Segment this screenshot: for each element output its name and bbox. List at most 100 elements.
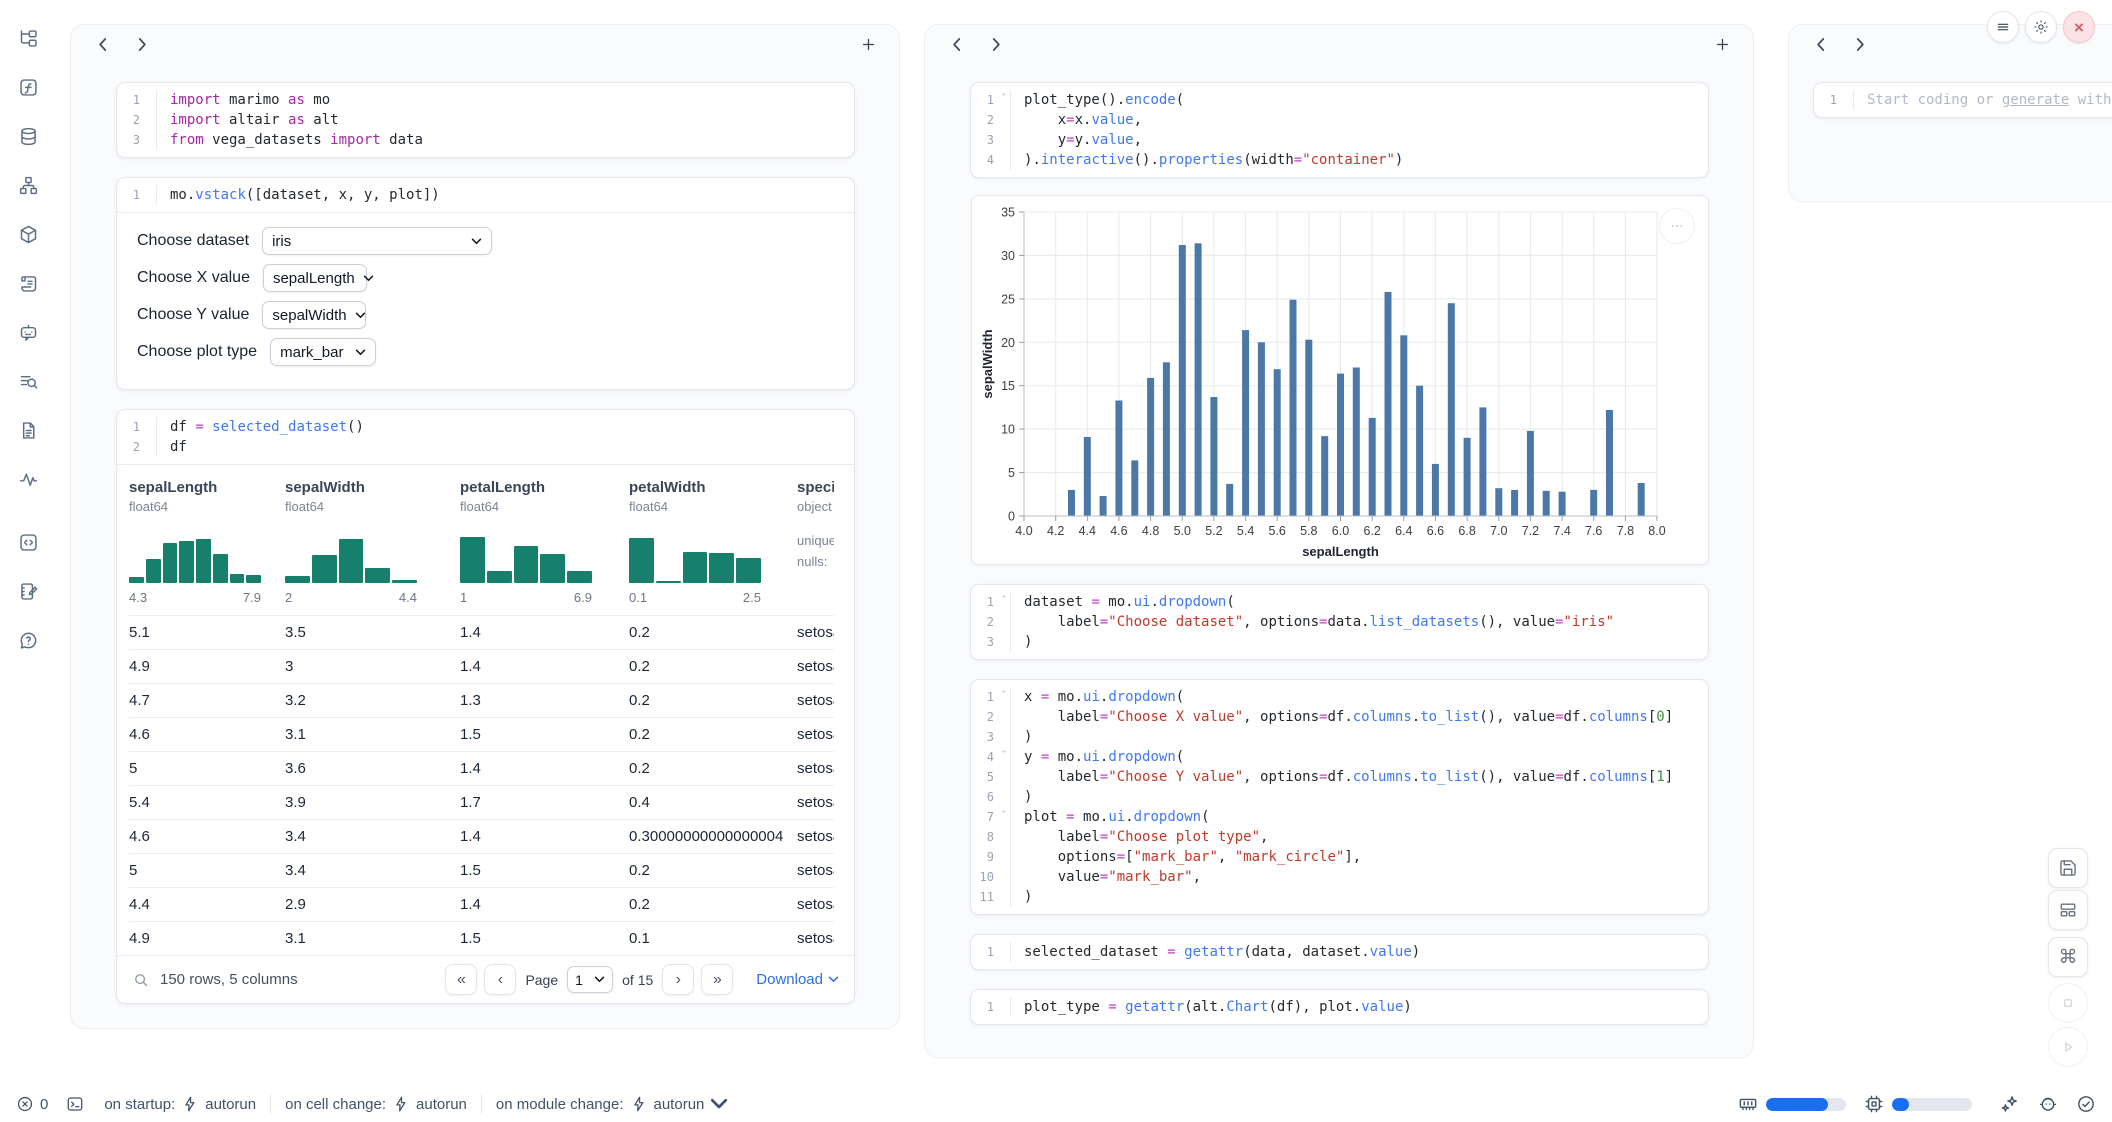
chart-bar [1606, 410, 1613, 516]
table-cell: 1.5 [460, 922, 629, 955]
code-editor[interactable]: 1ˇx = mo.ui.dropdown(2 label="Choose X v… [971, 680, 1708, 914]
keyboard-shortcuts-button[interactable]: ⌘ [2048, 937, 2088, 977]
fold-arrow-icon[interactable]: ˇ [1000, 595, 1007, 606]
code-editor[interactable]: 1plot_type = getattr(alt.Chart(df), plot… [971, 990, 1708, 1024]
sidebar-item-snippets[interactable] [11, 524, 45, 560]
code-token: "Choose dataset" [1108, 614, 1243, 630]
range-max: 4.4 [399, 590, 417, 605]
terminal-button[interactable] [66, 1095, 84, 1113]
code-editor[interactable]: 1df = selected_dataset()2df [117, 410, 854, 464]
table-cell: 2.9 [285, 888, 460, 921]
collapse-right-icon[interactable] [983, 31, 1009, 57]
code-line: 11) [971, 887, 1708, 907]
chart-menu-button[interactable] [1659, 208, 1695, 244]
table-cell: 1.5 [460, 854, 629, 887]
dropdown-choose-x-value[interactable]: sepalLength [263, 264, 367, 292]
code-token: ui [1134, 594, 1151, 610]
fold-arrow-icon[interactable]: ˇ [1000, 810, 1007, 821]
first-page-button[interactable]: « [445, 964, 477, 995]
code-line: 3 y=y.value, [971, 130, 1708, 150]
collapse-left-icon[interactable] [89, 31, 115, 57]
on-startup-setting[interactable]: on startup: autorun [104, 1095, 256, 1113]
sidebar-item-scratchpad[interactable] [11, 573, 45, 609]
collapse-left-icon[interactable] [943, 31, 969, 57]
code-editor[interactable]: 1selected_dataset = getattr(data, datase… [971, 935, 1708, 969]
fold-arrow-icon[interactable]: ˇ [1000, 750, 1007, 761]
layout-button[interactable] [2048, 890, 2088, 930]
next-page-button[interactable]: › [662, 964, 694, 995]
chart-output[interactable]: 4.04.24.44.64.85.05.25.45.65.86.06.26.46… [971, 195, 1709, 565]
code-editor[interactable]: 1ˇdataset = mo.ui.dropdown(2 label="Choo… [971, 585, 1708, 659]
sidebar-item-chat-bot[interactable] [11, 314, 45, 350]
sidebar-item-document[interactable] [11, 412, 45, 448]
table-cell: 1.4 [460, 616, 629, 649]
sidebar-item-package[interactable] [11, 216, 45, 252]
code-text: dataset = mo.ui.dropdown( [1011, 592, 1235, 612]
notebook-cell: 1ˇplot_type().encode(2 x=x.value,3 y=y.v… [970, 82, 1709, 178]
download-button[interactable]: Download [756, 971, 839, 988]
fold-arrow-icon[interactable]: ˇ [1000, 93, 1007, 104]
sidebar-item-file-tree[interactable] [11, 20, 45, 56]
column-header-sepalWidth: sepalWidthfloat6424.4 [285, 479, 460, 615]
search-icon[interactable] [132, 971, 150, 989]
collapse-right-icon[interactable] [1847, 31, 1873, 57]
run-button[interactable] [2048, 1027, 2088, 1067]
code-token: , [1260, 829, 1268, 845]
ram-icon [1738, 1094, 1758, 1114]
code-token: alt [305, 112, 339, 128]
settings-button[interactable] [2025, 11, 2057, 43]
sidebar-item-database[interactable] [11, 118, 45, 154]
dropdown-value: mark_bar [280, 344, 343, 361]
sidebar-item-activity[interactable] [11, 461, 45, 497]
error-counter[interactable]: 0 [16, 1095, 48, 1113]
code-editor[interactable]: 1mo.vstack([dataset, x, y, plot]) [117, 178, 854, 212]
page-of-label: of 15 [622, 972, 653, 988]
on-module-change-setting[interactable]: on module change: autorun [496, 1095, 728, 1113]
code-token: as [288, 92, 305, 108]
sidebar-item-script[interactable] [11, 265, 45, 301]
code-token: , [1134, 132, 1142, 148]
dropdown-choose-y-value[interactable]: sepalWidth [262, 301, 366, 329]
sidebar-item-help[interactable] [11, 622, 45, 658]
code-editor[interactable]: 1import marimo as mo2import altair as al… [117, 83, 854, 157]
fold-arrow-icon[interactable]: ˇ [1000, 690, 1007, 701]
code-text: from vega_datasets import data [157, 130, 423, 150]
sidebar-item-dependency-graph[interactable] [11, 167, 45, 203]
close-scratchpad-button[interactable]: × [2063, 11, 2095, 43]
sidebar-item-function-square[interactable] [11, 69, 45, 105]
line-number: 8 [971, 827, 1011, 847]
sidebar-item-logs[interactable] [11, 363, 45, 399]
code-text: import altair as alt [157, 110, 339, 130]
chart-bar [1147, 378, 1154, 516]
last-page-button[interactable]: » [701, 964, 733, 995]
dropdown-choose-plot-type[interactable]: mark_bar [270, 338, 376, 366]
sparkles-icon[interactable] [2000, 1094, 2020, 1114]
column-type: float64 [629, 499, 797, 514]
notebook-cell: 1ˇdataset = mo.ui.dropdown(2 label="Choo… [970, 584, 1709, 660]
collapse-left-icon[interactable] [1807, 31, 1833, 57]
chart-bar [1131, 460, 1138, 516]
stop-button[interactable] [2048, 983, 2088, 1023]
svg-text:4.6: 4.6 [1110, 524, 1127, 538]
dropdown-choose-dataset[interactable]: iris [262, 227, 492, 255]
code-editor[interactable]: 1ˇplot_type().encode(2 x=x.value,3 y=y.v… [971, 83, 1708, 177]
connection-status-icon[interactable] [2076, 1094, 2096, 1114]
chart-bar [1400, 335, 1407, 516]
page-select[interactable]: 1 [567, 966, 613, 993]
code-token: ui [1083, 689, 1100, 705]
layout-icon [2058, 900, 2078, 920]
on-cell-change-setting[interactable]: on cell change: autorun [285, 1095, 467, 1113]
assistant-bot-icon[interactable] [2038, 1094, 2058, 1114]
collapse-right-icon[interactable] [129, 31, 155, 57]
notebook-menu-button[interactable] [1987, 11, 2019, 43]
chart-bar [1416, 386, 1423, 516]
prev-page-button[interactable]: ‹ [484, 964, 516, 995]
histogram-bar [629, 538, 654, 583]
code-text: options=["mark_bar", "mark_circle"], [1011, 847, 1361, 867]
add-cell-icon[interactable] [1709, 31, 1735, 57]
package-icon [18, 224, 39, 245]
code-editor[interactable]: 1Start coding or generate with AI [1814, 83, 2112, 117]
save-button[interactable] [2048, 848, 2088, 888]
add-cell-icon[interactable] [855, 31, 881, 57]
line-number: 2 [971, 110, 1011, 130]
